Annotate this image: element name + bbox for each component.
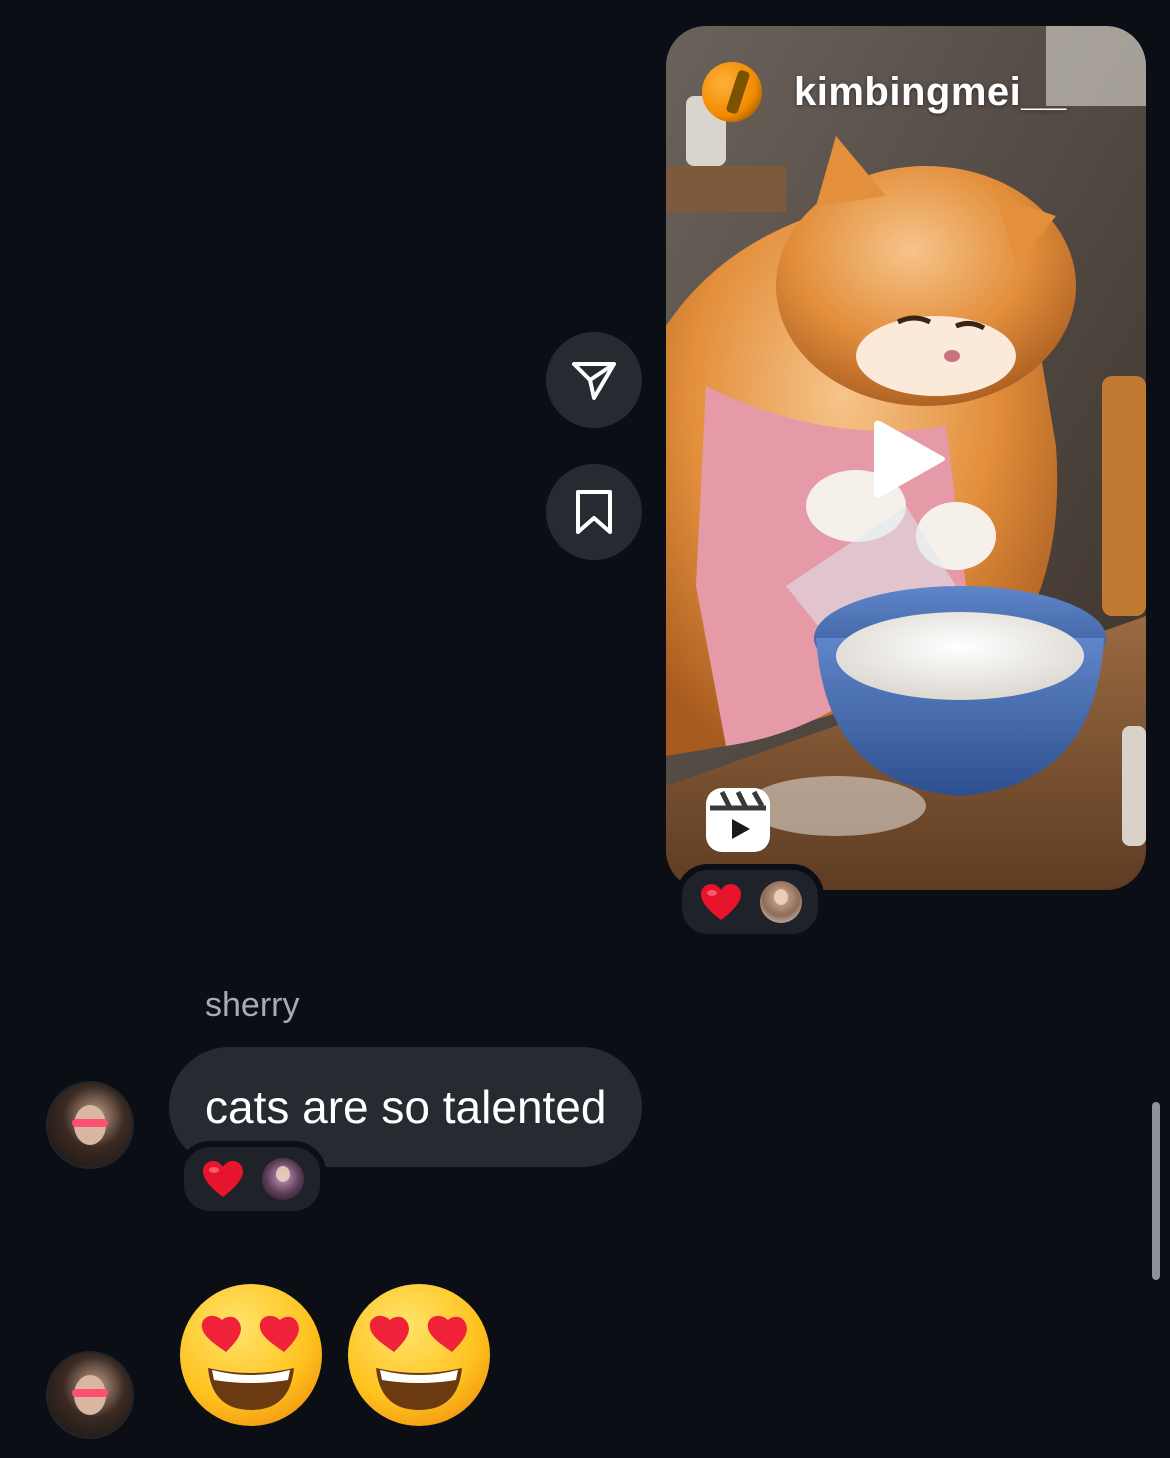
chat-thread: kimbingmei__ sherry cats are so talented — [0, 0, 1170, 1458]
emoji-message[interactable] — [178, 1282, 492, 1428]
heart-eyes-emoji-icon — [348, 1284, 490, 1426]
play-icon[interactable] — [870, 414, 950, 504]
reel-author-username[interactable]: kimbingmei__ — [794, 70, 1067, 115]
reactor-avatar — [760, 881, 802, 923]
sender-avatar[interactable] — [48, 1083, 132, 1167]
shared-reel-card[interactable]: kimbingmei__ — [666, 26, 1146, 890]
sender-avatar[interactable] — [48, 1353, 132, 1437]
message-text: cats are so talented — [205, 1081, 607, 1133]
scrollbar[interactable] — [1152, 1102, 1160, 1280]
heart-icon — [203, 1161, 243, 1197]
bookmark-icon — [576, 490, 612, 534]
reels-icon — [706, 788, 770, 852]
sender-name: sherry — [205, 986, 300, 1024]
reel-header[interactable]: kimbingmei__ — [702, 62, 1067, 122]
heart-eyes-emoji-icon — [180, 1284, 322, 1426]
reel-author-avatar[interactable] — [702, 62, 762, 122]
reactor-avatar — [262, 1158, 304, 1200]
save-button[interactable] — [546, 464, 642, 560]
share-button[interactable] — [546, 332, 642, 428]
heart-icon — [701, 884, 741, 920]
message-reaction-pill[interactable] — [178, 1141, 326, 1217]
reel-reaction-pill[interactable] — [676, 864, 824, 940]
paper-plane-icon — [572, 362, 616, 400]
